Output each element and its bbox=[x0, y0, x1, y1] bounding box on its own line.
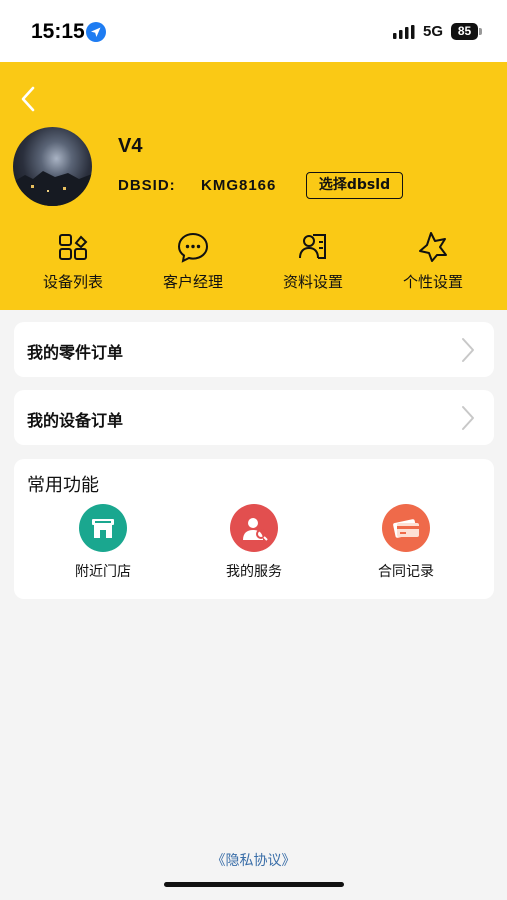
quick-action-label: 客户经理 bbox=[162, 273, 223, 291]
function-label: 合同记录 bbox=[378, 564, 434, 580]
card-icon bbox=[382, 504, 430, 552]
device-list-icon bbox=[59, 234, 88, 260]
section-title: 常用功能 bbox=[27, 475, 99, 496]
parts-orders-row[interactable]: 我的零件订单 bbox=[14, 322, 494, 377]
privacy-policy-link[interactable]: 《隐私协议》 bbox=[0, 850, 507, 870]
back-arrow-icon[interactable] bbox=[16, 84, 40, 114]
quick-action-label: 个性设置 bbox=[402, 273, 463, 291]
chat-bubble-icon bbox=[177, 232, 209, 263]
quick-action-label: 设备列表 bbox=[42, 273, 103, 291]
quick-action-personalization[interactable]: 个性设置 bbox=[378, 230, 488, 296]
location-arrow-icon bbox=[86, 22, 106, 42]
function-contract-records[interactable]: 合同记录 bbox=[356, 504, 456, 581]
star-icon bbox=[419, 232, 447, 262]
status-time: 15:15 bbox=[31, 20, 85, 43]
network-label: 5G bbox=[423, 23, 444, 40]
battery-icon: 85 bbox=[451, 23, 478, 40]
quick-action-device-list[interactable]: 设备列表 bbox=[18, 230, 128, 296]
equipment-orders-row[interactable]: 我的设备订单 bbox=[14, 390, 494, 445]
avatar[interactable] bbox=[13, 127, 92, 206]
order-label: 我的设备订单 bbox=[27, 411, 124, 430]
order-label: 我的零件订单 bbox=[27, 343, 124, 362]
status-bar: 15:15 5G 85 bbox=[0, 0, 507, 62]
home-indicator bbox=[164, 882, 344, 887]
function-label: 我的服务 bbox=[226, 564, 282, 580]
profile-header: V4 DBSID: KMG8166 选择dbsld 设备列表 客户经理 资料设置 bbox=[0, 62, 507, 310]
signal-icon bbox=[393, 25, 415, 39]
battery-tip bbox=[479, 28, 482, 35]
dbsid-label: DBSID: bbox=[118, 177, 176, 194]
quick-action-profile-settings[interactable]: 资料设置 bbox=[258, 230, 368, 296]
quick-action-account-manager[interactable]: 客户经理 bbox=[138, 230, 248, 296]
function-nearby-stores[interactable]: 附近门店 bbox=[53, 504, 153, 581]
select-dbsid-button[interactable]: 选择dbsld bbox=[306, 172, 403, 199]
quick-action-label: 资料设置 bbox=[282, 273, 343, 291]
service-agent-icon bbox=[230, 504, 278, 552]
avatar-image bbox=[13, 171, 92, 206]
dbsid-value: KMG8166 bbox=[201, 177, 277, 194]
function-label: 附近门店 bbox=[75, 564, 131, 580]
store-icon bbox=[79, 504, 127, 552]
chevron-right-icon bbox=[462, 406, 474, 430]
profile-card-icon bbox=[299, 234, 326, 259]
function-my-services[interactable]: 我的服务 bbox=[204, 504, 304, 581]
username: V4 bbox=[118, 135, 143, 157]
common-functions-card: 常用功能 附近门店 我的服务 合同记录 bbox=[14, 459, 494, 599]
chevron-right-icon bbox=[462, 338, 474, 362]
